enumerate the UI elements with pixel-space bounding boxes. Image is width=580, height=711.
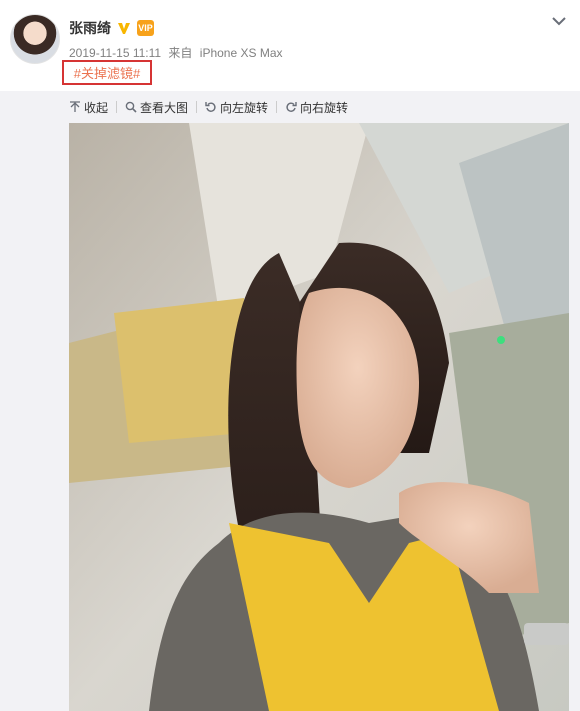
author-row: 张雨绮 VIP bbox=[69, 17, 154, 39]
rotate-left-label: 向左旋转 bbox=[220, 100, 269, 115]
photo-illustration bbox=[69, 123, 569, 711]
vip-crown-icon: VIP bbox=[137, 20, 154, 36]
source-prefix: 来自 bbox=[168, 46, 193, 60]
post-photo[interactable] bbox=[69, 123, 569, 711]
rotate-right-button[interactable]: 向右旋转 bbox=[285, 99, 348, 116]
hashtag-link[interactable]: #关掉滤镜# bbox=[74, 63, 140, 82]
post-header: 张雨绮 VIP 2019-11-15 11:11 来自 iPhone XS Ma… bbox=[0, 0, 580, 90]
collapse-button[interactable]: 收起 bbox=[69, 99, 108, 116]
post-device: iPhone XS Max bbox=[199, 46, 283, 60]
avatar[interactable] bbox=[10, 14, 60, 64]
username[interactable]: 张雨绮 bbox=[69, 18, 111, 38]
rotate-right-icon bbox=[286, 102, 297, 112]
post-meta: 2019-11-15 11:11 来自 iPhone XS Max bbox=[69, 44, 283, 61]
magnifier-icon bbox=[125, 101, 137, 113]
view-large-label: 查看大图 bbox=[140, 100, 189, 115]
rotate-left-button[interactable]: 向左旋转 bbox=[205, 99, 268, 116]
post-timestamp[interactable]: 2019-11-15 11:11 bbox=[69, 46, 161, 60]
chevron-down-icon[interactable] bbox=[550, 12, 568, 30]
media-toolbar: 收起 查看大图 向左旋转 向右旋转 bbox=[69, 97, 348, 117]
toolbar-divider bbox=[196, 101, 198, 113]
collapse-label: 收起 bbox=[84, 100, 109, 115]
up-arrow-icon bbox=[70, 101, 80, 112]
rotate-right-label: 向右旋转 bbox=[300, 100, 349, 115]
view-large-button[interactable]: 查看大图 bbox=[125, 99, 188, 116]
toolbar-divider bbox=[276, 101, 278, 113]
rotate-left-icon bbox=[205, 102, 216, 112]
vip-label: VIP bbox=[138, 23, 153, 33]
verified-v-icon bbox=[117, 21, 131, 35]
toolbar-divider bbox=[116, 101, 118, 113]
hashtag-highlight: #关掉滤镜# bbox=[62, 60, 152, 85]
